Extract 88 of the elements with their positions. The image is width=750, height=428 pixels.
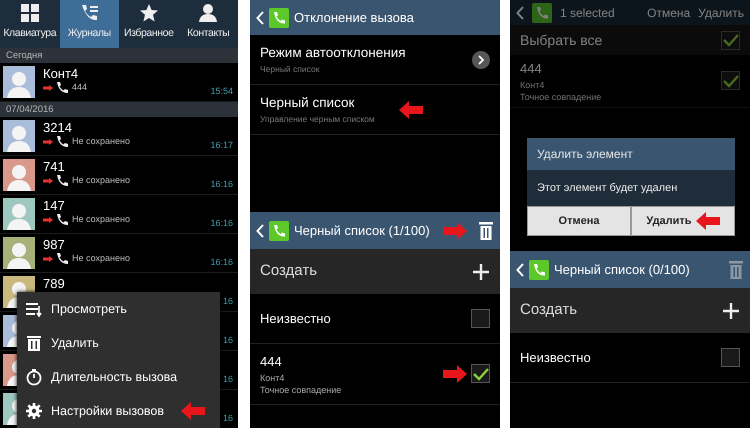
contact-name: 3214 [43, 120, 73, 135]
entry-title: 444 [260, 353, 283, 371]
call-number: Не сохранено [72, 135, 130, 148]
call-time: 16:17 [210, 138, 234, 152]
call-time: 16:16 [210, 256, 234, 268]
phone-icon [56, 81, 69, 94]
call-time: 16 [222, 412, 234, 424]
back-icon[interactable] [516, 262, 524, 276]
create-label[interactable]: Создать [260, 260, 318, 283]
back-icon[interactable] [256, 10, 264, 24]
screen-title: Черный список (1/100) [294, 222, 430, 240]
create-label[interactable]: Создать [520, 299, 578, 322]
call-time: 16 [222, 372, 234, 386]
dialog-title: Удалить элемент [527, 138, 735, 170]
call-number: Не сохранено [72, 213, 130, 226]
entry-title: 444 [520, 60, 543, 78]
action-link[interactable]: Удалить [698, 4, 744, 22]
outgoing-arrow-icon [43, 216, 53, 223]
plus-icon[interactable] [722, 302, 740, 320]
plus-icon[interactable] [472, 262, 490, 280]
contact-name: 987 [43, 237, 66, 252]
phone-icon [56, 252, 69, 266]
phone-app-icon [529, 260, 549, 280]
entry-detail: Конт4 [520, 78, 546, 90]
star-icon [138, 3, 159, 23]
call-time: 16 [222, 334, 234, 346]
entry-detail: Точное совпадение [260, 384, 342, 396]
phone-icon [56, 135, 69, 148]
trash-icon[interactable] [478, 220, 494, 240]
setting-title[interactable]: Черный список [260, 93, 375, 114]
call-time: 16 [222, 294, 234, 308]
dialog-button[interactable]: Отмена [527, 206, 631, 236]
keypad-icon [20, 3, 40, 23]
phone-app-icon [269, 220, 289, 240]
dialog-message: Этот элемент будет удален [536, 180, 678, 196]
checkbox[interactable] [471, 309, 490, 328]
chevron-icon[interactable] [472, 50, 490, 68]
tab[interactable]: Избранное [119, 0, 178, 48]
call-time: 16:16 [210, 216, 234, 230]
menu-item[interactable]: Просмотреть [17, 292, 220, 326]
section-header: Сегодня [0, 48, 238, 63]
contact-name: 147 [43, 198, 66, 213]
call-time: 16:16 [210, 178, 234, 190]
action-link[interactable]: Отмена [647, 4, 690, 22]
screen-title: Черный список (0/100) [554, 260, 690, 279]
checkbox[interactable] [721, 71, 740, 90]
outgoing-arrow-icon [43, 84, 53, 91]
phone-list-icon [79, 3, 100, 23]
entry-detail: Точное совпадение [520, 90, 602, 102]
call-number: 444 [72, 81, 88, 94]
tab[interactable]: Журналы [60, 0, 119, 48]
phone-app-icon [532, 2, 552, 22]
setting-subtitle: Черный список [260, 63, 320, 76]
entry-detail: Конт4 [260, 372, 286, 384]
outgoing-arrow-icon [43, 178, 53, 184]
selection-count: 1 selected [560, 4, 615, 22]
call-time: 15:54 [210, 84, 234, 98]
outgoing-arrow-icon [43, 138, 53, 145]
back-icon[interactable] [516, 6, 524, 20]
phone-icon [56, 174, 69, 188]
trash-icon [25, 334, 43, 352]
tab[interactable]: Клавиатура [0, 0, 60, 48]
contact-name: 741 [43, 159, 66, 174]
menu-item[interactable]: Удалить [17, 326, 220, 360]
phone-icon [56, 213, 69, 226]
checkbox[interactable] [721, 348, 740, 367]
checkbox[interactable] [721, 30, 740, 50]
menu-item[interactable]: Длительность вызова [17, 360, 220, 394]
contact-name: Конт4 [43, 66, 80, 81]
section-header: 07/04/2016 [0, 102, 238, 117]
entry-title: Неизвестно [520, 348, 591, 367]
dialog-button[interactable]: Удалить [631, 206, 735, 236]
phone-app-icon [269, 8, 289, 28]
outgoing-arrow-icon [43, 256, 53, 262]
checkbox[interactable] [471, 364, 490, 384]
settings-icon [25, 402, 43, 420]
call-number: Не сохранено [72, 174, 130, 187]
screen-title: Отклонение вызова [294, 8, 414, 27]
list-icon [25, 300, 43, 318]
setting-title[interactable]: Режим автоотклонения [260, 43, 406, 64]
person-icon [198, 3, 218, 23]
setting-subtitle: Управление черным списком [260, 113, 375, 126]
back-icon[interactable] [256, 224, 264, 238]
contact-name: 789 [43, 276, 65, 291]
stopwatch-icon [25, 368, 43, 386]
entry-title: Неизвестно [260, 310, 331, 328]
call-number: Не сохранено [72, 252, 130, 265]
tab[interactable]: Контакты [178, 0, 238, 48]
